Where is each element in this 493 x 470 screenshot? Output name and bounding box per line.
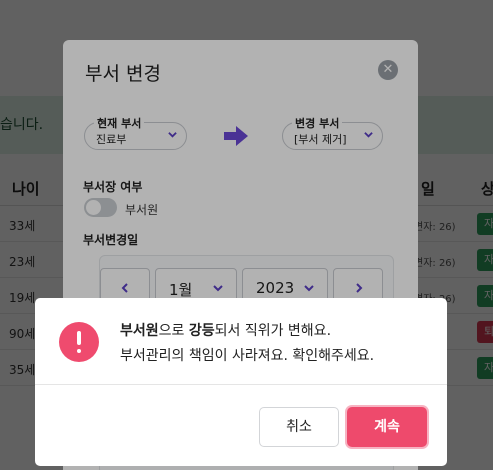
- message-bold-demotion: 강등: [188, 323, 215, 339]
- confirm-message-line1: 부서원으로 강등되서 직위가 변해요.: [120, 320, 331, 340]
- continue-button[interactable]: 계속: [347, 407, 427, 447]
- confirm-dialog: 부서원으로 강등되서 직위가 변해요. 부서관리의 책임이 사라져요. 확인해주…: [35, 298, 447, 466]
- message-text: 으로: [158, 323, 189, 339]
- message-bold-role: 부서원: [120, 323, 159, 339]
- message-text: 되서 직위가 변해요.: [214, 323, 332, 339]
- divider: [35, 384, 447, 385]
- cancel-button[interactable]: 취소: [259, 407, 339, 447]
- exclamation-icon: [59, 322, 99, 362]
- confirm-message-line2: 부서관리의 책임이 사라져요. 확인해주세요.: [120, 348, 375, 364]
